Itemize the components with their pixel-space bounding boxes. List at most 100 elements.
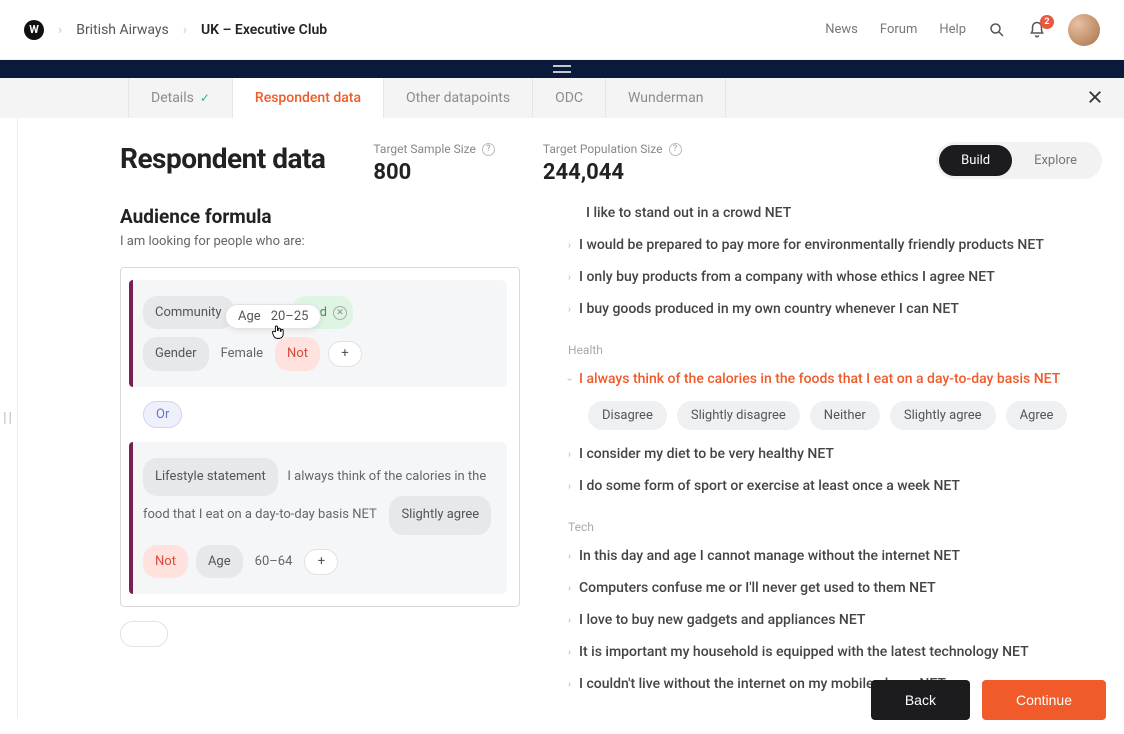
- statement-text: I consider my diet to be very healthy NE…: [579, 446, 834, 462]
- statement-item[interactable]: ›I would be prepared to pay more for env…: [568, 229, 1104, 261]
- statement-text: It is important my household is equipped…: [579, 644, 1029, 660]
- add-block-button[interactable]: [120, 621, 168, 647]
- breadcrumb-project[interactable]: UK – Executive Club: [201, 22, 327, 38]
- continue-button[interactable]: Continue: [982, 680, 1106, 720]
- chevron-right-icon: ›: [568, 647, 571, 658]
- nav-help[interactable]: Help: [939, 22, 966, 37]
- statement-item[interactable]: › It is important my household is equippe…: [568, 636, 1104, 668]
- statement-text: I buy goods produced in my own country w…: [579, 301, 959, 317]
- statement-item[interactable]: › I buy goods produced in my own country …: [568, 293, 1104, 325]
- statement-text: I always think of the calories in the fo…: [579, 371, 1060, 387]
- chevron-right-icon: ›: [183, 22, 187, 38]
- metric-population-size: Target Population Size ? 244,044: [543, 142, 682, 185]
- add-filter-button[interactable]: +: [304, 549, 338, 575]
- filter-value[interactable]: Female: [217, 337, 267, 370]
- tab-label: Details: [151, 90, 194, 106]
- filter-value: 20–25: [271, 309, 309, 324]
- tab-odc[interactable]: ODC: [533, 78, 606, 118]
- formula-block: Lifestyle statement I always think of th…: [129, 442, 507, 595]
- filter-key-chip[interactable]: Gender: [143, 337, 209, 370]
- collapse-handle[interactable]: [0, 60, 1124, 78]
- back-button[interactable]: Back: [871, 680, 970, 720]
- add-filter-button[interactable]: +: [328, 341, 362, 367]
- breadcrumb-org[interactable]: British Airways: [76, 22, 169, 38]
- nav-forum[interactable]: Forum: [880, 22, 917, 37]
- tab-label: Wunderman: [628, 90, 703, 106]
- tab-details[interactable]: Details ✓: [128, 78, 233, 118]
- option-neither[interactable]: Neither: [810, 401, 880, 430]
- mode-toggle: Build Explore: [936, 142, 1102, 179]
- close-icon[interactable]: [1086, 88, 1104, 106]
- filter-value[interactable]: 60–64: [251, 545, 297, 578]
- filter-key-chip[interactable]: Community: [143, 296, 234, 329]
- operator-not-chip[interactable]: Not: [275, 337, 320, 370]
- statement-item-expanded[interactable]: ›I always think of the calories in the f…: [568, 363, 1104, 395]
- chevron-right-icon: ›: [568, 272, 571, 283]
- toggle-explore[interactable]: Explore: [1012, 145, 1099, 176]
- chevron-right-icon: ›: [568, 449, 571, 460]
- tab-label: Respondent data: [255, 90, 361, 106]
- statement-item[interactable]: › I love to buy new gadgets and appliance…: [568, 604, 1104, 636]
- footer-actions: Back Continue: [871, 680, 1106, 720]
- metric-sample-size: Target Sample Size ? 800: [373, 142, 494, 185]
- chevron-right-icon: ›: [568, 583, 571, 594]
- chevron-right-icon: ›: [58, 22, 62, 38]
- bell-icon[interactable]: 2: [1028, 21, 1046, 39]
- option-disagree[interactable]: Disagree: [588, 401, 667, 430]
- pause-icon: ||: [3, 410, 14, 426]
- tab-other-datapoints[interactable]: Other datapoints: [384, 78, 533, 118]
- statement-text: In this day and age I cannot manage with…: [579, 548, 960, 564]
- app-logo[interactable]: W: [24, 20, 44, 40]
- operator-or-chip[interactable]: Or: [143, 401, 182, 428]
- tab-respondent-data[interactable]: Respondent data: [233, 78, 384, 118]
- statement-text: I love to buy new gadgets and appliances…: [579, 612, 865, 628]
- operator-not-chip[interactable]: Not: [143, 545, 188, 578]
- option-slightly-agree[interactable]: Slightly agree: [890, 401, 996, 430]
- statement-text: Computers confuse me or I'll never get u…: [579, 580, 936, 596]
- option-slightly-disagree[interactable]: Slightly disagree: [677, 401, 800, 430]
- dragging-chip[interactable]: Age 20–25: [225, 304, 321, 329]
- chevron-right-icon: ›: [568, 240, 571, 251]
- statement-item[interactable]: › I consider my diet to be very healthy N…: [568, 438, 1104, 470]
- filter-key: Age: [238, 309, 261, 324]
- filter-key-chip[interactable]: Age: [196, 545, 243, 578]
- chevron-right-icon: ›: [568, 615, 571, 626]
- chevron-down-icon: ›: [564, 377, 575, 380]
- metric-value: 244,044: [543, 160, 682, 185]
- chevron-right-icon: ›: [568, 551, 571, 562]
- category-label: Health: [568, 343, 1104, 357]
- help-icon[interactable]: ?: [482, 143, 495, 156]
- category-label: Tech: [568, 520, 1104, 534]
- statement-text: I only buy products from a company with …: [579, 269, 995, 285]
- tab-label: ODC: [555, 90, 583, 106]
- chevron-right-icon: ›: [568, 304, 571, 315]
- statement-item[interactable]: › In this day and age I cannot manage wit…: [568, 540, 1104, 572]
- page-title: Respondent data: [120, 142, 325, 175]
- tab-wunderman[interactable]: Wunderman: [606, 78, 726, 118]
- left-rail[interactable]: ||: [0, 118, 18, 718]
- statement-item[interactable]: I like to stand out in a crowd NET: [568, 205, 1104, 229]
- help-icon[interactable]: ?: [669, 143, 682, 156]
- filter-key-chip[interactable]: Lifestyle statement: [143, 458, 278, 497]
- notification-badge: 2: [1040, 15, 1054, 29]
- formula-block: Community Urban And ✕ Gender Female Not: [129, 280, 507, 387]
- grip-icon: [553, 65, 571, 73]
- metric-label: Target Population Size: [543, 142, 663, 156]
- statement-item[interactable]: › I only buy products from a company with…: [568, 261, 1104, 293]
- statement-text: I do some form of sport or exercise at l…: [579, 478, 960, 494]
- formula-box: Community Urban And ✕ Gender Female Not: [120, 267, 520, 607]
- chevron-right-icon: ›: [568, 481, 571, 492]
- statement-item[interactable]: › Computers confuse me or I'll never get …: [568, 572, 1104, 604]
- nav-news[interactable]: News: [825, 22, 858, 37]
- filter-value-chip[interactable]: Slightly agree: [389, 496, 491, 535]
- search-icon[interactable]: [988, 21, 1006, 39]
- step-tabs: Details ✓ Respondent data Other datapoin…: [0, 78, 1124, 118]
- option-agree[interactable]: Agree: [1006, 401, 1068, 430]
- statement-item[interactable]: › I do some form of sport or exercise at …: [568, 470, 1104, 502]
- toggle-build[interactable]: Build: [939, 145, 1012, 176]
- top-nav: News Forum Help 2: [825, 14, 1100, 46]
- option-chip-row: Disagree Slightly disagree Neither Sligh…: [568, 395, 1104, 438]
- statement-list: I like to stand out in a crowd NET ›I wo…: [568, 205, 1104, 700]
- avatar[interactable]: [1068, 14, 1100, 46]
- remove-icon[interactable]: ✕: [333, 306, 347, 320]
